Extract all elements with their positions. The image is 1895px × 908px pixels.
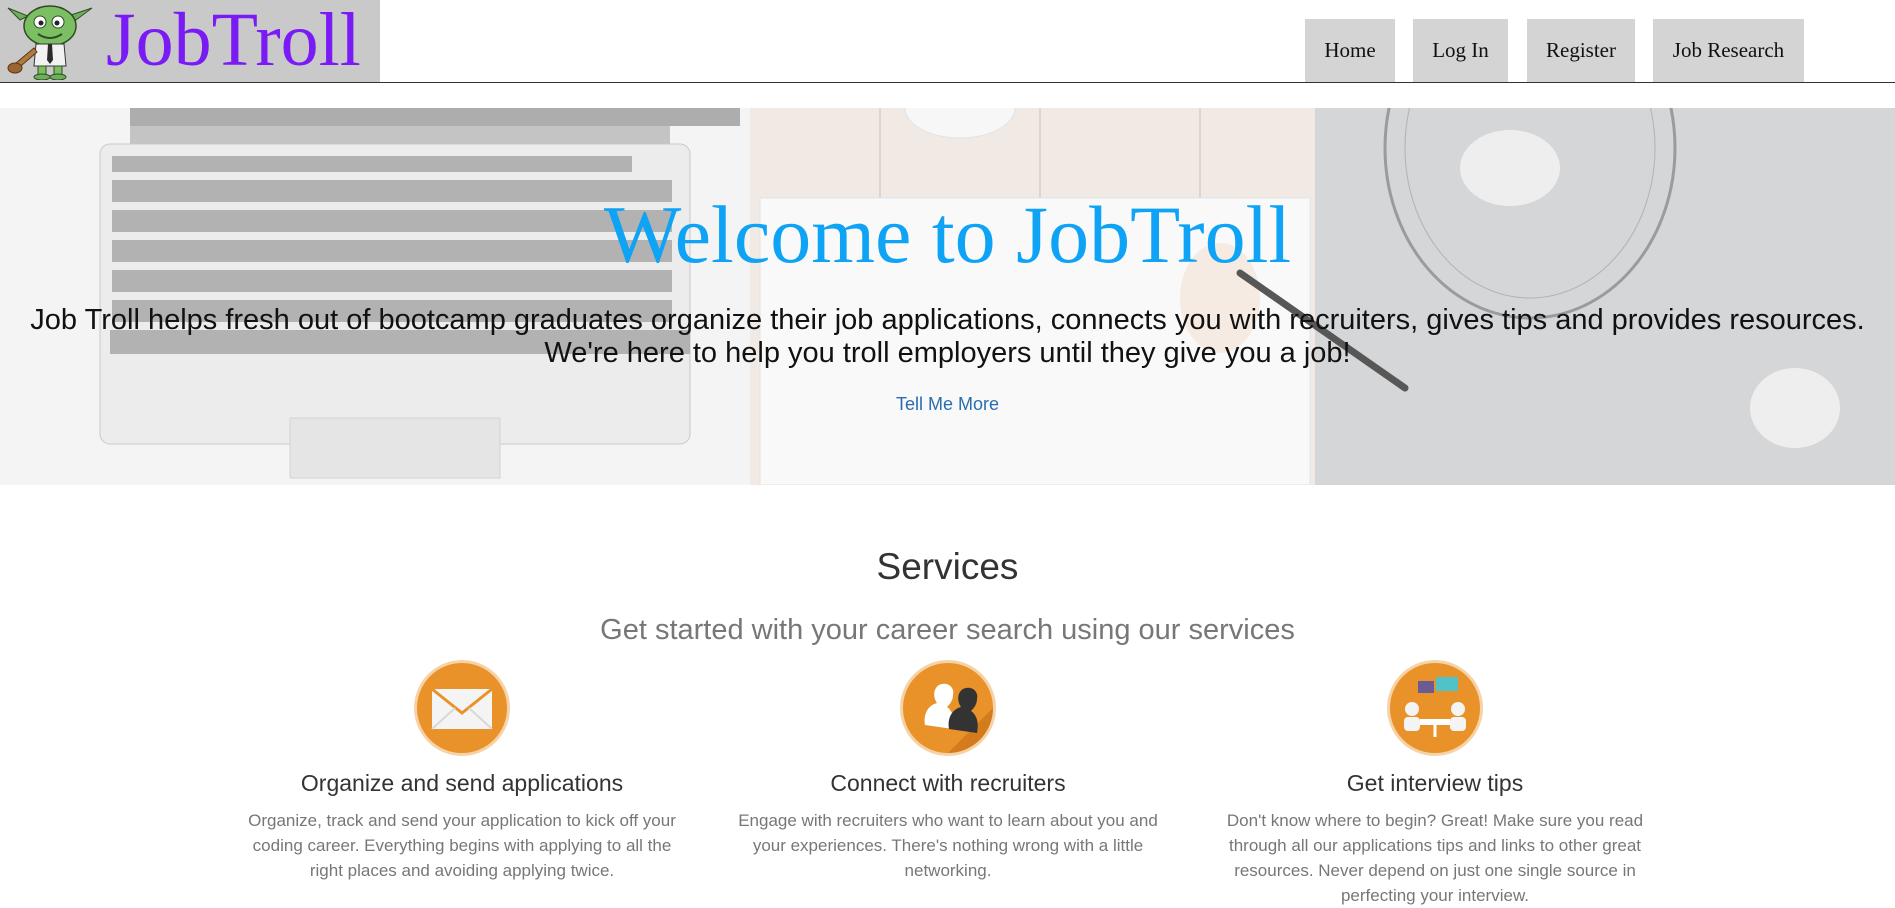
services-subheading: Get started with your career search usin…	[600, 614, 1295, 646]
desk-laptop-background-image	[0, 108, 1895, 485]
nav-home-button[interactable]: Home	[1305, 19, 1395, 82]
nav-register-button[interactable]: Register	[1527, 19, 1635, 82]
brand-name: JobTroll	[106, 0, 361, 82]
service-card-interview-tips: Get interview tips Don't know where to b…	[1210, 660, 1660, 908]
nav-job-research-button[interactable]: Job Research	[1653, 19, 1804, 82]
service-title: Connect with recruiters	[830, 770, 1066, 796]
service-title: Get interview tips	[1346, 770, 1524, 796]
service-description: Organize, track and send your applicatio…	[248, 811, 676, 880]
hero-title: Welcome to JobTroll	[603, 189, 1292, 280]
services-heading: Services	[876, 546, 1019, 587]
service-title: Organize and send applications	[300, 770, 624, 796]
hero-description-line-2: We're here to help you troll employers u…	[544, 337, 1351, 369]
site-header: JobTroll Home Log In Register Job Resear…	[0, 0, 1895, 83]
service-description: Don't know where to begin? Great! Make s…	[1226, 811, 1644, 905]
service-card-recruiters: Connect with recruiters Engage with recr…	[723, 660, 1173, 883]
tell-me-more-link[interactable]: Tell Me More	[0, 394, 1895, 415]
hero-banner	[0, 108, 1895, 485]
nav-login-button[interactable]: Log In	[1413, 19, 1508, 82]
meeting-icon	[1387, 660, 1483, 756]
tell-me-more-label[interactable]: Tell Me More	[896, 394, 999, 414]
envelope-icon	[414, 660, 510, 756]
logo[interactable]: JobTroll	[0, 0, 380, 82]
troll-mascot-icon	[7, 5, 93, 80]
people-icon	[900, 660, 996, 756]
hero-description-line-1: Job Troll helps fresh out of bootcamp gr…	[30, 304, 1865, 336]
service-description: Engage with recruiters who want to learn…	[738, 811, 1158, 880]
hero-description: Job Troll helps fresh out of bootcamp gr…	[0, 304, 1895, 370]
service-card-applications: Organize and send applications Organize,…	[237, 660, 687, 883]
